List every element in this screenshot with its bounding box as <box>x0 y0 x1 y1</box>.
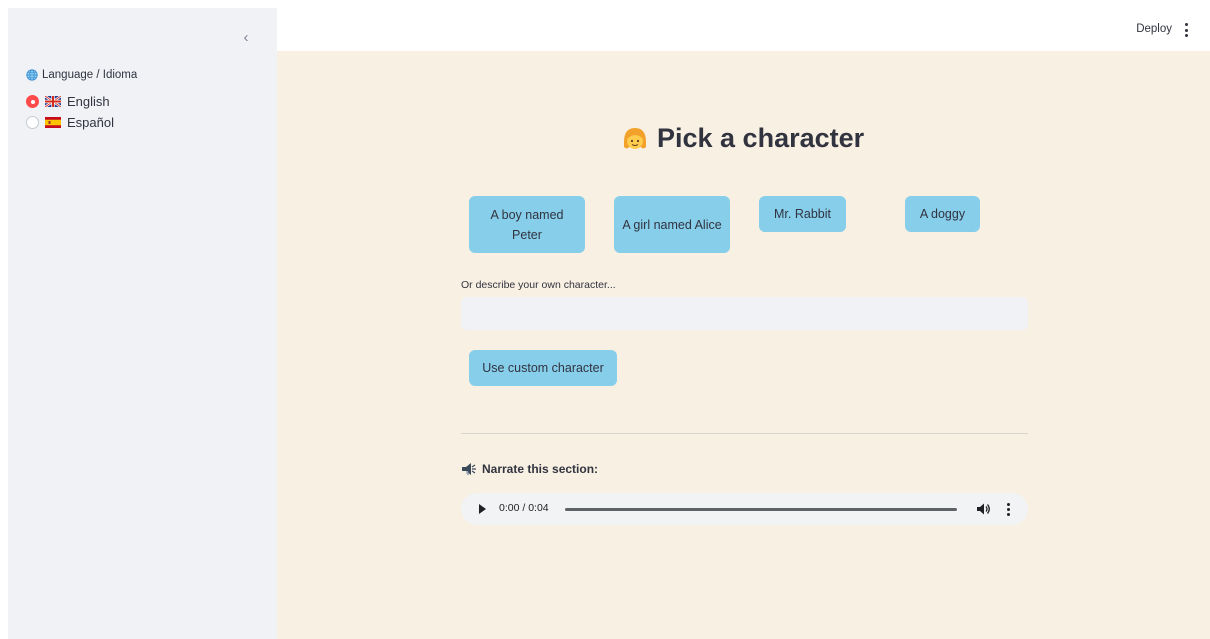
divider <box>461 433 1028 434</box>
character-button-alice[interactable]: A girl named Alice <box>614 196 730 253</box>
globe-icon <box>26 69 38 81</box>
espanol-label: Español <box>67 115 114 130</box>
chevron-left-icon: ‹ <box>243 28 249 46</box>
radio-option-espanol[interactable]: Español <box>26 115 114 130</box>
speaker-icon <box>462 463 476 475</box>
spain-flag-icon <box>45 117 61 128</box>
narrate-heading: Narrate this section: <box>461 462 598 476</box>
radio-button-selected[interactable] <box>26 95 39 108</box>
audio-player: 0:00 / 0:04 <box>461 493 1028 525</box>
uk-flag-icon <box>45 96 61 107</box>
girl-face-icon <box>624 127 646 149</box>
audio-time: 0:00 / 0:04 <box>499 502 549 514</box>
top-header: Deploy <box>277 8 1210 51</box>
audio-menu-icon[interactable] <box>1005 503 1011 516</box>
custom-character-label: Or describe your own character... <box>461 279 616 291</box>
radio-option-english[interactable]: English <box>26 94 110 109</box>
sidebar: ‹ Language / Idioma English Español <box>8 8 277 639</box>
page-title: Pick a character <box>621 123 864 154</box>
narrate-label: Narrate this section: <box>482 462 599 476</box>
custom-character-input[interactable] <box>461 297 1028 330</box>
language-label: Language / Idioma <box>42 69 138 81</box>
radio-button[interactable] <box>26 116 39 129</box>
english-label: English <box>67 94 110 109</box>
character-button-rabbit[interactable]: Mr. Rabbit <box>759 196 846 232</box>
kebab-menu-icon[interactable] <box>1180 21 1192 39</box>
deploy-button[interactable]: Deploy <box>1136 23 1172 35</box>
main-content: Pick a character A boy named Peter A gir… <box>277 51 1210 639</box>
character-button-peter[interactable]: A boy named Peter <box>469 196 585 253</box>
use-custom-character-button[interactable]: Use custom character <box>469 350 617 386</box>
volume-icon[interactable] <box>976 502 992 516</box>
language-label-row: Language / Idioma <box>26 69 137 81</box>
page-title-text: Pick a character <box>657 123 865 153</box>
collapse-sidebar-button[interactable]: ‹ <box>235 26 257 48</box>
play-icon[interactable] <box>479 504 486 514</box>
character-button-doggy[interactable]: A doggy <box>905 196 980 232</box>
audio-progress-track[interactable] <box>565 508 957 511</box>
